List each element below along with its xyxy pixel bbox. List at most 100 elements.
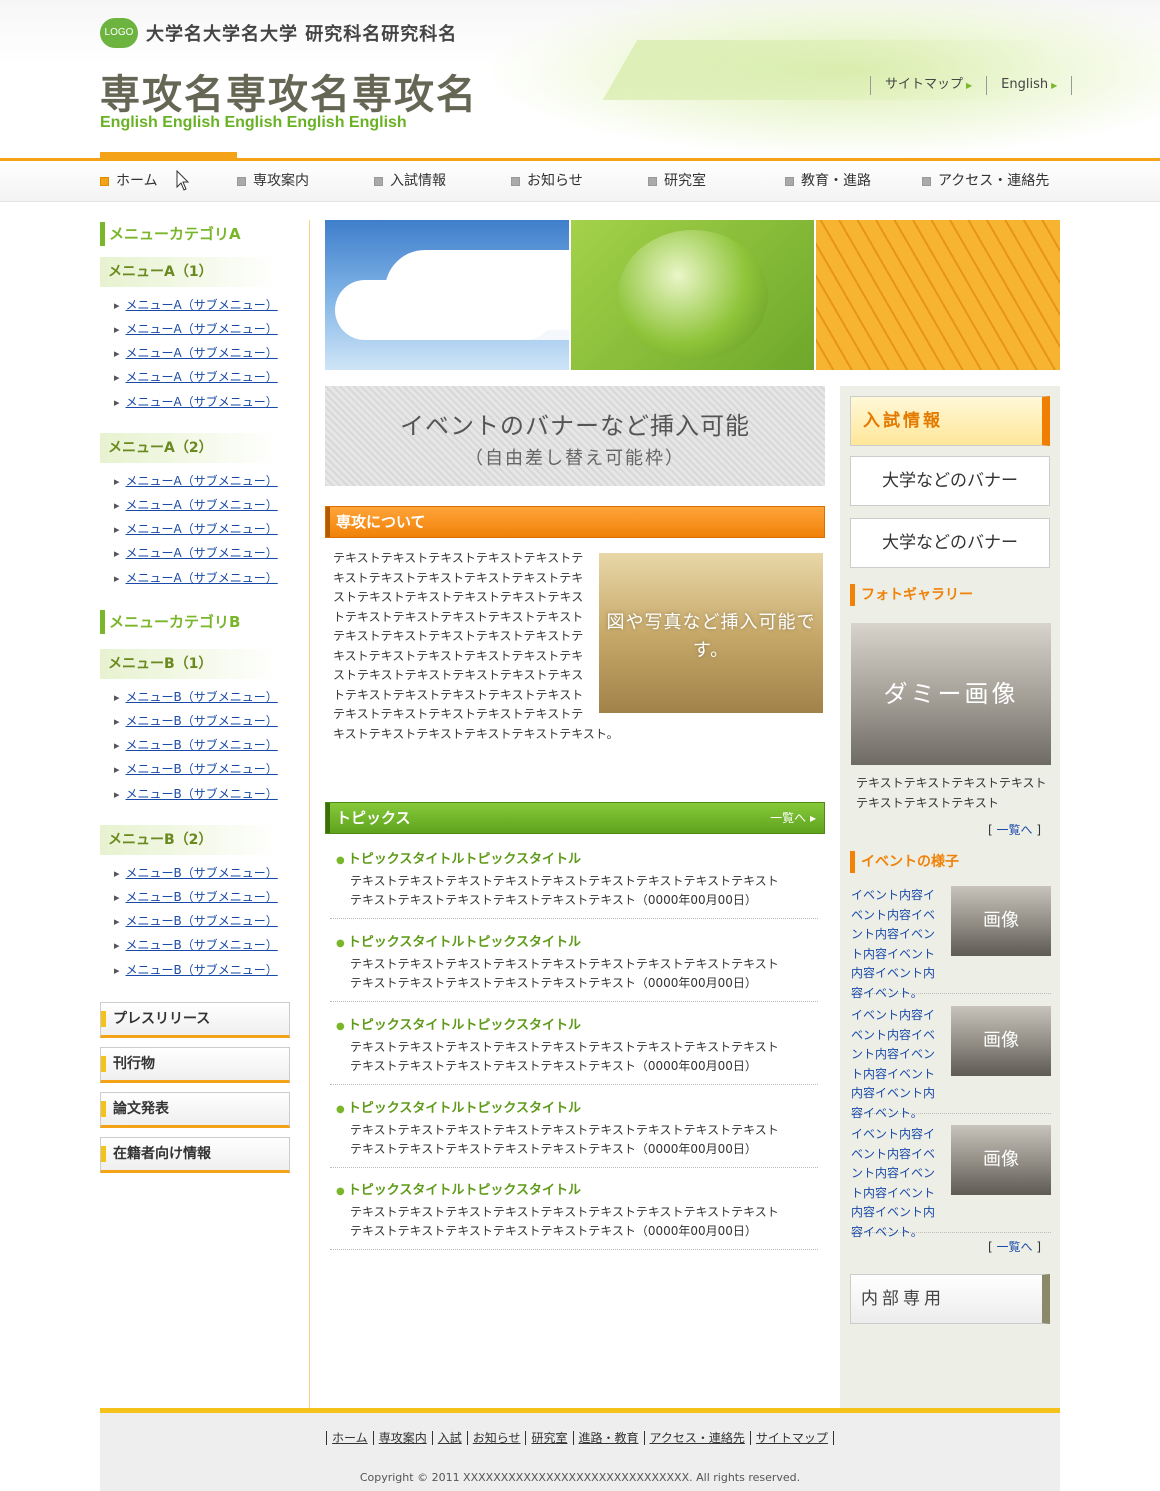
nav-news[interactable]: お知らせ xyxy=(511,161,648,201)
footer-link-access[interactable]: アクセス・連絡先 xyxy=(643,1431,750,1445)
english-link[interactable]: English ▶ xyxy=(986,76,1073,95)
submenu-link[interactable]: メニューA（サブメニュー） xyxy=(114,544,278,561)
department-title: 専攻名専攻名専攻名 xyxy=(100,71,478,118)
publications-button[interactable]: 刊行物 xyxy=(100,1047,290,1083)
topic-text: テキストテキストテキストテキストテキストテキストテキストテキストテキスト xyxy=(350,1205,779,1219)
event-link[interactable]: イベント内容イベント内容イベント内容イベント内容イベント内容イベント内容イベント… xyxy=(851,1125,945,1242)
topic-text: テキストテキストテキストテキストテキストテキストテキストテキストテキスト xyxy=(350,874,779,888)
square-icon xyxy=(922,176,931,186)
topic-text: テキストテキストテキストテキストテキストテキスト（0000年00月00日） xyxy=(350,1142,757,1156)
submenu-link[interactable]: メニューB（サブメニュー） xyxy=(114,736,278,753)
topic-item: トピックスタイトルトピックスタイトル テキストテキストテキストテキストテキストテ… xyxy=(330,1097,818,1168)
topic-text: テキストテキストテキストテキストテキストテキスト（0000年00月00日） xyxy=(350,976,757,990)
submenu-link[interactable]: メニューB（サブメニュー） xyxy=(114,864,278,881)
footer-link-sitemap[interactable]: サイトマップ xyxy=(749,1431,834,1445)
submenu-link[interactable]: メニューA（サブメニュー） xyxy=(114,569,278,586)
category-a-heading: メニューカテゴリA xyxy=(100,222,290,246)
topic-title[interactable]: トピックスタイトルトピックスタイトル xyxy=(330,931,818,950)
nav-admissions[interactable]: 入試情報 xyxy=(374,161,511,201)
topic-item: トピックスタイトルトピックスタイトル テキストテキストテキストテキストテキストテ… xyxy=(330,848,818,919)
university-banner[interactable]: 大学などのバナー xyxy=(850,456,1050,506)
events-more-link[interactable]: 一覧へ xyxy=(997,1240,1033,1254)
university-banner[interactable]: 大学などのバナー xyxy=(850,518,1050,568)
menu-b2-heading[interactable]: メニューB（2） xyxy=(100,825,278,855)
topic-title[interactable]: トピックスタイトルトピックスタイトル xyxy=(330,1014,818,1033)
column-divider xyxy=(309,220,310,1408)
about-image: 図や写真など挿入可能です。 xyxy=(599,553,823,713)
submenu-link[interactable]: メニューB（サブメニュー） xyxy=(114,961,278,978)
papers-button[interactable]: 論文発表 xyxy=(100,1092,290,1128)
nav-home[interactable]: ホーム xyxy=(100,161,237,201)
submenu-link[interactable]: メニューB（サブメニュー） xyxy=(114,888,278,905)
topic-text: テキストテキストテキストテキストテキストテキストテキストテキストテキスト xyxy=(350,1123,779,1137)
about-text: テキストテキストテキストテキストテキストテキストテキストテキストテキストテキスト… xyxy=(333,551,619,741)
right-sidebar: 入試情報 大学などのバナー 大学などのバナー フォトギャラリー ダミー画像 テキ… xyxy=(840,386,1060,1408)
square-icon xyxy=(374,176,383,186)
menu-b1-heading[interactable]: メニューB（1） xyxy=(100,649,278,679)
nav-program[interactable]: 専攻案内 xyxy=(237,161,374,201)
copyright: Copyright © 2011 XXXXXXXXXXXXXXXXXXXXXXX… xyxy=(359,1471,801,1484)
event-link[interactable]: イベント内容イベント内容イベント内容イベント内容イベント内容イベント内容イベント… xyxy=(851,886,945,1003)
arrow-icon: ▶ xyxy=(966,81,973,90)
submenu-link[interactable]: メニューB（サブメニュー） xyxy=(114,936,278,953)
internal-only-button[interactable]: 内部専用 xyxy=(850,1274,1050,1324)
menu-a2-heading[interactable]: メニューA（2） xyxy=(100,433,278,463)
nav-access[interactable]: アクセス・連絡先 xyxy=(922,161,1059,201)
event-image[interactable]: 画像 xyxy=(951,1006,1051,1076)
submenu-link[interactable]: メニューB（サブメニュー） xyxy=(114,912,278,929)
event-banner[interactable]: イベントのバナーなど挿入可能 （自由差し替え可能枠） xyxy=(325,386,825,486)
topic-text: テキストテキストテキストテキストテキストテキストテキストテキストテキスト xyxy=(350,1040,779,1054)
square-icon xyxy=(511,176,520,186)
submenu-link[interactable]: メニューA（サブメニュー） xyxy=(114,472,278,489)
gallery-caption: テキストテキストテキストテキストテキストテキストテキスト xyxy=(856,776,1047,810)
submenu-link[interactable]: メニューA（サブメニュー） xyxy=(114,344,278,361)
submenu-link[interactable]: メニューB（サブメニュー） xyxy=(114,785,278,802)
topic-text: テキストテキストテキストテキストテキストテキスト（0000年00月00日） xyxy=(350,1059,757,1073)
nav-education[interactable]: 教育・進路 xyxy=(785,161,922,201)
members-info-button[interactable]: 在籍者向け情報 xyxy=(100,1137,290,1173)
topic-text: テキストテキストテキストテキストテキストテキスト（0000年00月00日） xyxy=(350,1224,757,1238)
footer-link-labs[interactable]: 研究室 xyxy=(525,1431,573,1445)
event-link[interactable]: イベント内容イベント内容イベント内容イベント内容イベント内容イベント内容イベント… xyxy=(851,1006,945,1123)
topic-item: トピックスタイトルトピックスタイトル テキストテキストテキストテキストテキストテ… xyxy=(330,1014,818,1085)
gallery-image[interactable]: ダミー画像 xyxy=(851,623,1051,765)
topics-more-link[interactable]: 一覧へ ▸ xyxy=(770,803,816,833)
topic-title[interactable]: トピックスタイトルトピックスタイトル xyxy=(330,848,818,867)
topic-title[interactable]: トピックスタイトルトピックスタイトル xyxy=(330,1179,818,1198)
event-image[interactable]: 画像 xyxy=(951,1125,1051,1195)
footer-link-admissions[interactable]: 入試 xyxy=(431,1431,467,1445)
nav-labs[interactable]: 研究室 xyxy=(648,161,785,201)
square-icon xyxy=(237,176,246,186)
submenu-link[interactable]: メニューA（サブメニュー） xyxy=(114,296,278,313)
nav-active-indicator xyxy=(100,152,237,158)
submenu-link[interactable]: メニューA（サブメニュー） xyxy=(114,520,278,537)
university-name: 大学名大学名大学 研究科名研究科名 xyxy=(146,24,458,45)
sky-image xyxy=(325,220,569,370)
footer-links: ホーム 専攻案内 入試 お知らせ 研究室 進路・教育 アクセス・連絡先 サイトマップ xyxy=(100,1429,1060,1446)
logo[interactable]: LOGO xyxy=(100,18,138,48)
submenu-link[interactable]: メニューB（サブメニュー） xyxy=(114,712,278,729)
gallery-more-link[interactable]: 一覧へ xyxy=(997,823,1033,837)
global-nav: ホーム 専攻案内 入試情報 お知らせ 研究室 教育・進路 アクセス・連絡先 xyxy=(0,152,1160,202)
footer-link-program[interactable]: 専攻案内 xyxy=(372,1431,432,1445)
submenu-link[interactable]: メニューB（サブメニュー） xyxy=(114,760,278,777)
topic-title[interactable]: トピックスタイトルトピックスタイトル xyxy=(330,1097,818,1116)
submenu-link[interactable]: メニューB（サブメニュー） xyxy=(114,688,278,705)
footer-link-careers[interactable]: 進路・教育 xyxy=(572,1431,644,1445)
footer-link-news[interactable]: お知らせ xyxy=(466,1431,526,1445)
admissions-banner[interactable]: 入試情報 xyxy=(850,396,1050,446)
event-item: イベント内容イベント内容イベント内容イベント内容イベント内容イベント内容イベント… xyxy=(851,886,1051,1000)
submenu-link[interactable]: メニューA（サブメニュー） xyxy=(114,496,278,513)
event-item: イベント内容イベント内容イベント内容イベント内容イベント内容イベント内容イベント… xyxy=(851,1125,1051,1239)
sitemap-link[interactable]: サイトマップ ▶ xyxy=(870,76,986,95)
event-image[interactable]: 画像 xyxy=(951,886,1051,956)
submenu-link[interactable]: メニューA（サブメニュー） xyxy=(114,368,278,385)
submenu-link[interactable]: メニューA（サブメニュー） xyxy=(114,393,278,410)
square-icon xyxy=(785,176,794,186)
menu-a1-heading[interactable]: メニューA（1） xyxy=(100,257,278,287)
gallery-more: [ 一覧へ ] xyxy=(988,823,1042,837)
press-release-button[interactable]: プレスリリース xyxy=(100,1002,290,1038)
events-more: [ 一覧へ ] xyxy=(988,1240,1042,1254)
footer-link-home[interactable]: ホーム xyxy=(326,1431,373,1445)
submenu-link[interactable]: メニューA（サブメニュー） xyxy=(114,320,278,337)
